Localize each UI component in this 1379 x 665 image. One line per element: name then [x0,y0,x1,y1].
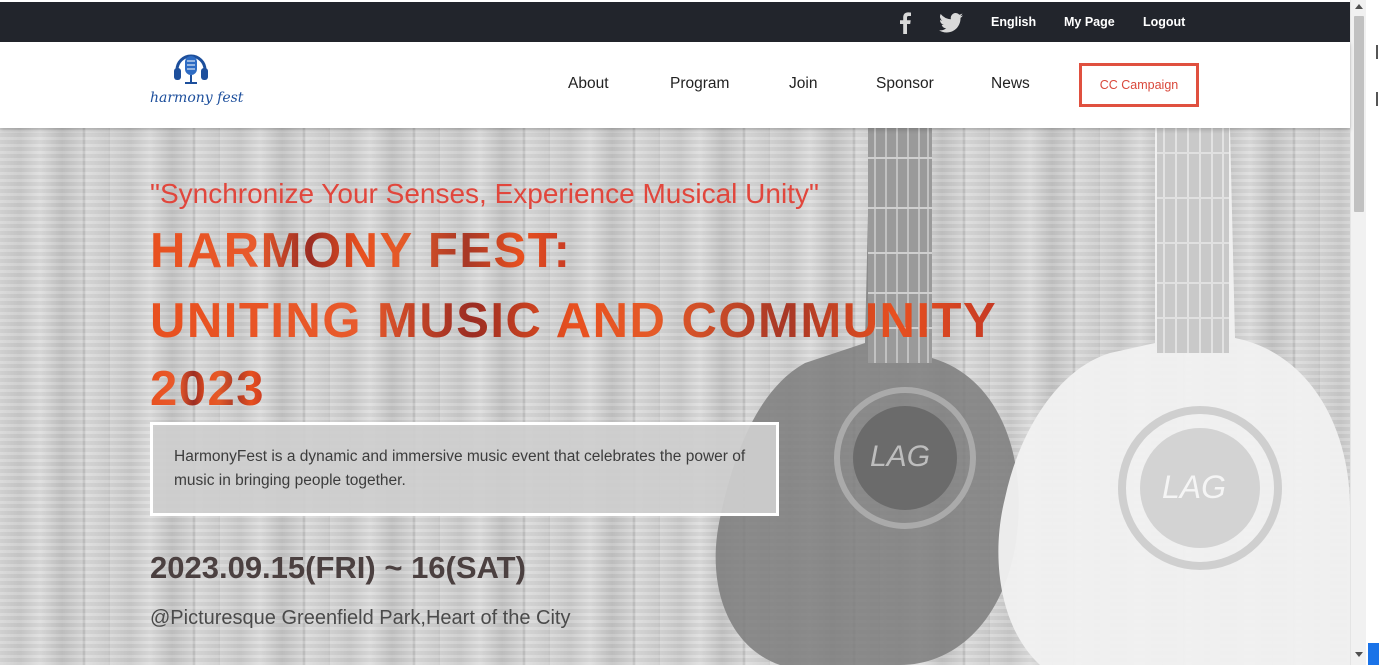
svg-text:LAG: LAG [870,440,930,473]
twitter-icon[interactable] [938,11,964,35]
event-date: 2023.09.15(FRI) ~ 16(SAT) [150,550,526,585]
hero-section: LAG LAG "Synchronize Your Senses, Experi… [0,128,1350,665]
hero-description: HarmonyFest is a dynamic and immersive m… [174,448,746,489]
scroll-up-arrow-icon[interactable] [1355,4,1363,9]
hero-headline-line-2: UNITING MUSIC AND COMMUNITY [150,294,998,348]
microphone-headphones-icon [174,54,208,84]
hero-headline-line-3: 2023 [150,362,266,416]
scrollbar-thumb[interactable] [1354,16,1364,212]
facebook-icon[interactable] [892,11,918,35]
logout-link[interactable]: Logout [1143,15,1185,29]
hero-description-box: HarmonyFest is a dynamic and immersive m… [150,422,779,516]
nav-about[interactable]: About [568,75,609,93]
nav-sponsor[interactable]: Sponsor [876,75,934,93]
nav-news[interactable]: News [991,75,1030,93]
edge-mark [1376,92,1378,106]
page-scrollbar[interactable] [1350,0,1366,665]
edge-mark [1376,45,1378,59]
cc-campaign-button[interactable]: CC Campaign [1079,63,1199,107]
hero-headline-line-1: HARMONY FEST: [150,224,572,278]
nav-program[interactable]: Program [670,75,729,93]
taskbar-indicator [1368,643,1379,665]
event-venue: @Picturesque Greenfield Park,Heart of th… [150,607,571,629]
logo-wordmark: harmony fest [150,90,244,106]
language-selector[interactable]: English [991,15,1036,29]
logo[interactable]: harmony fest [148,48,243,114]
hero-tagline: "Synchronize Your Senses, Experience Mus… [150,178,819,209]
svg-text:LAG: LAG [1162,469,1226,505]
my-page-link[interactable]: My Page [1064,15,1115,29]
window-edge [1366,0,1379,665]
main-header: harmony fest About Program Join Sponsor … [0,42,1350,128]
nav-join[interactable]: Join [789,75,817,93]
scroll-down-arrow-icon[interactable] [1355,652,1363,657]
top-utility-bar: English My Page Logout [0,0,1350,42]
